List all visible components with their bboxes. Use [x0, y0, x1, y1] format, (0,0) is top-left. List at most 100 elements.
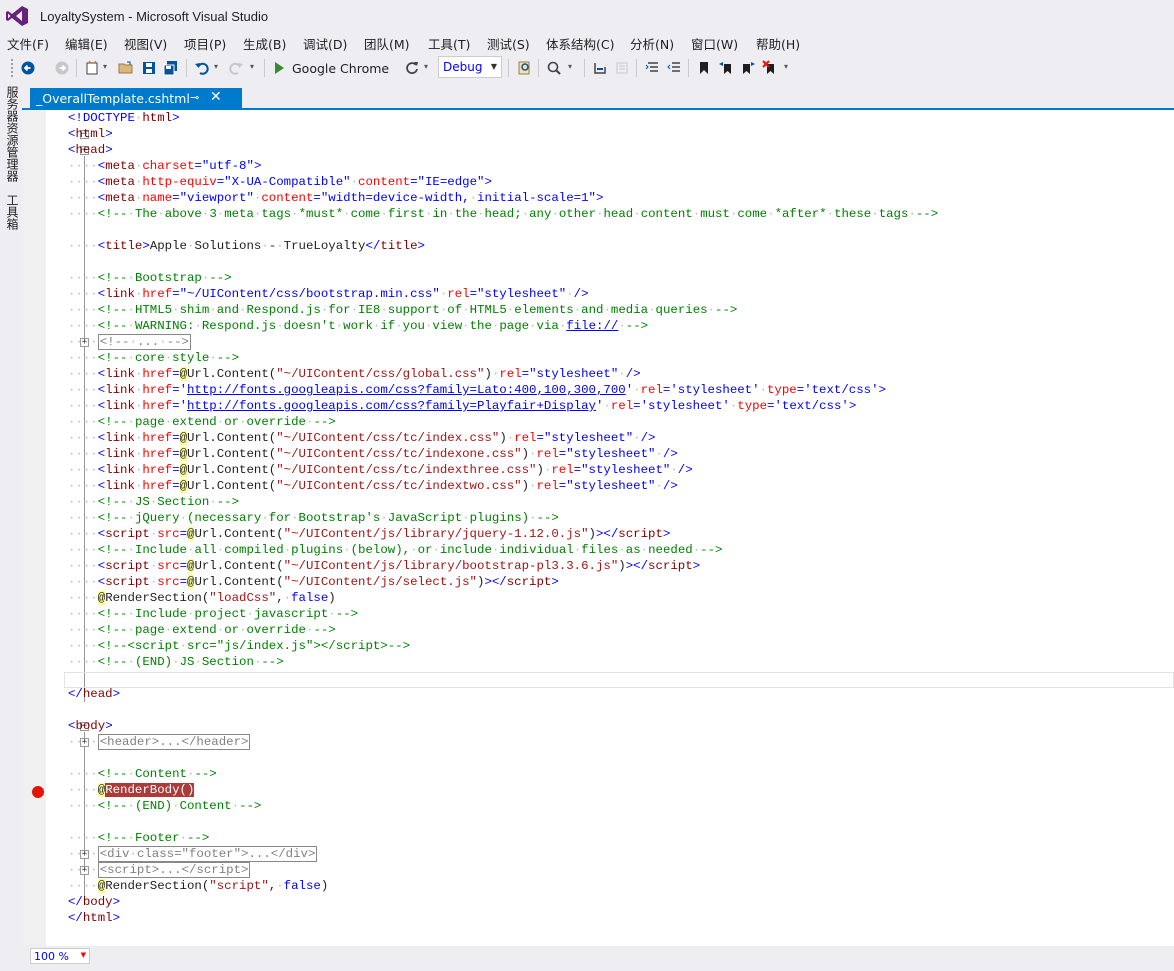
- run-target-label: Google Chrome: [292, 60, 390, 76]
- window-title: LoyaltySystem - Microsoft Visual Studio: [40, 9, 269, 24]
- new-project-dropdown-icon[interactable]: ▾: [103, 62, 111, 74]
- code-line: ····<meta·name="viewport"·content="width…: [68, 191, 604, 205]
- code-line: ····<link·href=@Url.Content("~/UIContent…: [68, 367, 641, 381]
- code-line: </html>: [68, 911, 121, 925]
- code-line: ····<!--·WARNING:·Respond.js·doesn't·wor…: [68, 319, 649, 333]
- new-project-icon[interactable]: [82, 58, 102, 78]
- code-editor[interactable]: − − + − + + + <!DOCTYPE·html> <html> <he…: [22, 110, 1174, 946]
- code-line: ····@RenderSection("script",·false): [68, 879, 329, 893]
- open-file-icon[interactable]: [116, 58, 136, 78]
- save-icon[interactable]: [139, 58, 159, 78]
- code-line: ····<link·href='http://fonts.googleapis.…: [68, 399, 857, 413]
- breakpoint-icon[interactable]: [32, 786, 44, 798]
- code-line: ····<meta·charset="utf-8">: [68, 159, 262, 173]
- undo-icon[interactable]: [192, 58, 212, 78]
- code-line: </body>: [68, 895, 121, 909]
- code-line: ····@RenderBody(): [68, 783, 195, 797]
- redo-dropdown-icon[interactable]: ▾: [250, 62, 258, 74]
- menu-project[interactable]: 项目(P): [184, 34, 226, 53]
- collapsed-region[interactable]: <!--·...·-->: [97, 334, 191, 350]
- code-line: ····<meta·http-equiv="X-UA-Compatible"·c…: [68, 175, 492, 189]
- code-line: ····<!--·page·extend·or·override·-->: [68, 623, 336, 637]
- menu-analyze[interactable]: 分析(N): [630, 34, 674, 53]
- code-line: ····<!--·(END)·JS·Section·-->: [68, 655, 284, 669]
- indicator-margin[interactable]: [22, 110, 46, 946]
- chevron-down-icon: ▼: [80, 951, 86, 959]
- code-line: ····<title>Apple·Solutions·-·TrueLoyalty…: [68, 239, 425, 253]
- editor-status-bar: 100 % ▼: [22, 946, 1174, 971]
- outlining-margin: − − + − + + +: [46, 110, 89, 946]
- code-line: <head>: [68, 143, 113, 157]
- save-all-icon[interactable]: [161, 58, 181, 78]
- breakpoint-highlight: RenderBody(): [105, 783, 195, 797]
- code-line: ····<!--·Content·-->: [68, 767, 217, 781]
- code-line: </head>: [68, 687, 121, 701]
- tab-overall-template[interactable]: _OverallTemplate.cshtml ⊸ ✕: [30, 88, 242, 109]
- toolbar-grip[interactable]: [10, 58, 14, 78]
- code-line: ····<link·href=@Url.Content("~/UIContent…: [68, 431, 656, 445]
- solution-configuration-select[interactable]: Debug ▼: [438, 56, 502, 78]
- code-line: ····<link·href=@Url.Content("~/UIContent…: [68, 463, 693, 477]
- code-line: ····<!--·(END)·Content·-->: [68, 799, 262, 813]
- code-line: ····<script·src=@Url.Content("~/UIConten…: [68, 575, 559, 589]
- menu-bar: 文件(F) 编辑(E) 视图(V) 项目(P) 生成(B) 调试(D) 团队(M…: [0, 32, 1174, 52]
- code-line: ····<script·src=@Url.Content("~/UIConten…: [68, 527, 671, 541]
- collapsed-region[interactable]: <script>...</script>: [97, 862, 251, 878]
- start-debugging-button[interactable]: Google Chrome: [272, 58, 389, 78]
- navigate-back-icon[interactable]: [18, 58, 38, 78]
- toolbar-separator: [76, 59, 77, 77]
- menu-window[interactable]: 窗口(W): [691, 34, 738, 53]
- code-line: ···· <script>...</script>: [68, 862, 251, 878]
- code-line: ····<!--·Footer·-->: [68, 831, 210, 845]
- code-line: ···· <!--·...·-->: [68, 334, 191, 350]
- visual-studio-logo-icon: [6, 6, 28, 26]
- close-icon[interactable]: ✕: [210, 89, 222, 105]
- menu-team[interactable]: 团队(M): [364, 34, 410, 53]
- tab-filename: _OverallTemplate.cshtml: [36, 91, 190, 106]
- menu-architecture[interactable]: 体系结构(C): [546, 34, 614, 53]
- toolbar-separator: [264, 59, 265, 77]
- redo-icon[interactable]: [226, 58, 246, 78]
- code-line: ····<link·href=@Url.Content("~/UIContent…: [68, 479, 678, 493]
- code-line: ····<!--·Include·project·javascript·-->: [68, 607, 359, 621]
- code-line: ····<link·href=@Url.Content("~/UIContent…: [68, 447, 678, 461]
- code-line: ···· <header>...</header>: [68, 734, 251, 750]
- code-line: ····<!--·page·extend·or·override·-->: [68, 415, 336, 429]
- server-explorer-tab[interactable]: 服务器资源管理器: [4, 86, 21, 182]
- code-line: ····<!--·HTML5·shim·and·Respond.js·for·I…: [68, 303, 738, 317]
- standard-toolbar: ▾ ▾ ▾ Google Chrome ▾: [0, 54, 1174, 82]
- side-panel-tabs: 服务器资源管理器 工具箱: [0, 82, 22, 971]
- navigate-forward-icon[interactable]: [52, 58, 72, 78]
- code-line: <body>: [68, 719, 113, 733]
- code-line: ····<!--·JS·Section·-->: [68, 495, 240, 509]
- zoom-level-select[interactable]: 100 % ▼: [30, 948, 90, 964]
- code-line: ····@RenderSection("loadCss",·false): [68, 591, 336, 605]
- refresh-dropdown-icon[interactable]: ▾: [424, 62, 432, 74]
- menu-tools[interactable]: 工具(T): [428, 34, 470, 53]
- code-line: ····<!--·Bootstrap·-->: [68, 271, 232, 285]
- code-line: ····<script·src=@Url.Content("~/UIConten…: [68, 559, 701, 573]
- document-tab-strip: _OverallTemplate.cshtml ⊸ ✕: [22, 88, 1174, 109]
- menu-test[interactable]: 测试(S): [487, 34, 530, 53]
- play-icon: [275, 62, 284, 74]
- toolbox-tab[interactable]: 工具箱: [4, 194, 21, 230]
- menu-help[interactable]: 帮助(H): [756, 34, 800, 53]
- menu-debug[interactable]: 调试(D): [303, 34, 347, 53]
- code-line: ····<!--·jQuery·(necessary·for·Bootstrap…: [68, 511, 559, 525]
- code-line: ···· <div·class="footer">...</div>: [68, 846, 318, 862]
- collapsed-region[interactable]: <div·class="footer">...</div>: [97, 846, 318, 862]
- code-line: ····<!--·Include·all·compiled·plugins·(b…: [68, 543, 723, 557]
- refresh-icon[interactable]: [402, 58, 422, 78]
- undo-dropdown-icon[interactable]: ▾: [214, 62, 222, 74]
- code-line: <!DOCTYPE·html>: [68, 111, 180, 125]
- code-line: ····<!--<script·src="js/index.js"></scri…: [68, 639, 411, 653]
- menu-edit[interactable]: 编辑(E): [65, 34, 108, 53]
- pin-icon[interactable]: ⊸: [190, 91, 199, 104]
- menu-file[interactable]: 文件(F): [7, 34, 49, 53]
- collapsed-region[interactable]: <header>...</header>: [97, 734, 251, 750]
- menu-view[interactable]: 视图(V): [124, 34, 167, 53]
- zoom-value: 100 %: [34, 950, 69, 963]
- menu-build[interactable]: 生成(B): [243, 34, 286, 53]
- configuration-value: Debug: [443, 60, 483, 74]
- current-line-highlight: [64, 672, 1174, 688]
